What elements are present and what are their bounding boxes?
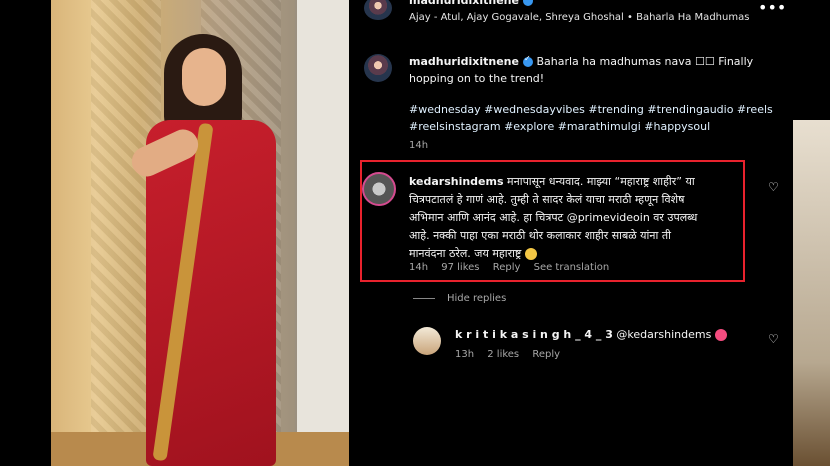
next-post-preview[interactable] (793, 120, 830, 466)
dancer-figure (106, 30, 276, 466)
reply-likes[interactable]: 2 likes (487, 349, 519, 360)
comment-text-4: आहे. नक्की पाहा एका मराठी थोर कलाकार शाह… (409, 229, 671, 242)
caption-text-2: hopping on to the trend! (409, 72, 545, 85)
audio-label[interactable]: Ajay - Atul, Ajay Gogavale, Shreya Ghosh… (409, 12, 749, 23)
reply-mention[interactable]: @kedarshindems (616, 328, 711, 341)
reply-line: k r i t i k a s i n g h _ 4 _ 3 @kedarsh… (455, 328, 727, 341)
hide-replies-label[interactable]: Hide replies (447, 293, 506, 304)
caption-first-line: madhuridixitnene Baharla ha madhumas nav… (409, 54, 754, 68)
caption-username[interactable]: madhuridixitnene (409, 55, 519, 68)
right-edge (793, 0, 830, 466)
comment-text-5: मानवंदना ठरेल. जय महाराष्ट्र (409, 247, 522, 260)
reply-like-heart-icon[interactable]: ♡ (768, 332, 779, 346)
face (182, 48, 226, 106)
reply-avatar[interactable] (413, 327, 441, 355)
reply-time: 13h (455, 349, 475, 360)
heart-eyes-emoji-icon (714, 329, 727, 341)
header-username[interactable]: madhuridixitnene (409, 0, 533, 7)
like-heart-icon[interactable]: ♡ (768, 180, 779, 194)
comment-text-2: चित्रपटातलं हे गाणं आहे. तुम्ही ते सादर … (409, 193, 685, 206)
see-translation-button[interactable]: See translation (534, 262, 610, 273)
comment-time: 14h (409, 262, 429, 273)
caption-time: 14h (409, 140, 429, 151)
comment-text-3: अभिमान आणि आनंद आहे. हा चित्रपट @primevi… (409, 211, 698, 224)
caption-hashtags-2[interactable]: #reelsinstagram #explore #marathimulgi #… (409, 120, 710, 133)
caption-text-1: Baharla ha madhumas nava ☐☐ Finally (536, 55, 754, 68)
door (295, 0, 349, 466)
comment-avatar[interactable] (362, 172, 396, 206)
header-username-text[interactable]: madhuridixitnene (409, 0, 519, 7)
left-blank-area (0, 0, 51, 466)
reply-meta: 13h 2 likes Reply (455, 349, 560, 360)
verified-icon (522, 54, 533, 67)
comment-text-5-wrap: मानवंदना ठरेल. जय महाराष्ट्र (409, 246, 537, 261)
caption-avatar[interactable] (364, 54, 392, 82)
comment-likes[interactable]: 97 likes (441, 262, 479, 273)
verified-icon (522, 0, 533, 6)
divider (413, 297, 435, 299)
more-options-icon[interactable]: ••• (758, 0, 786, 17)
comment-username[interactable]: kedarshindems (409, 175, 504, 188)
caption-hashtags-1[interactable]: #wednesday #wednesdayvibes #trending #tr… (409, 103, 773, 116)
reply-username[interactable]: k r i t i k a s i n g h _ 4 _ 3 (455, 328, 613, 341)
comment-meta: 14h 97 likes Reply See translation (409, 262, 609, 273)
reel-video[interactable] (51, 0, 349, 466)
clap-emoji-icon (524, 248, 537, 260)
comment-text-1: मनापासून धन्यवाद. माझ्या “महाराष्ट्र शाह… (507, 175, 695, 188)
comment-line-1: kedarshindems मनापासून धन्यवाद. माझ्या “… (409, 174, 695, 189)
reply-reply-button[interactable]: Reply (532, 349, 560, 360)
comment-reply-button[interactable]: Reply (493, 262, 521, 273)
hide-replies-button[interactable]: Hide replies (413, 293, 506, 304)
